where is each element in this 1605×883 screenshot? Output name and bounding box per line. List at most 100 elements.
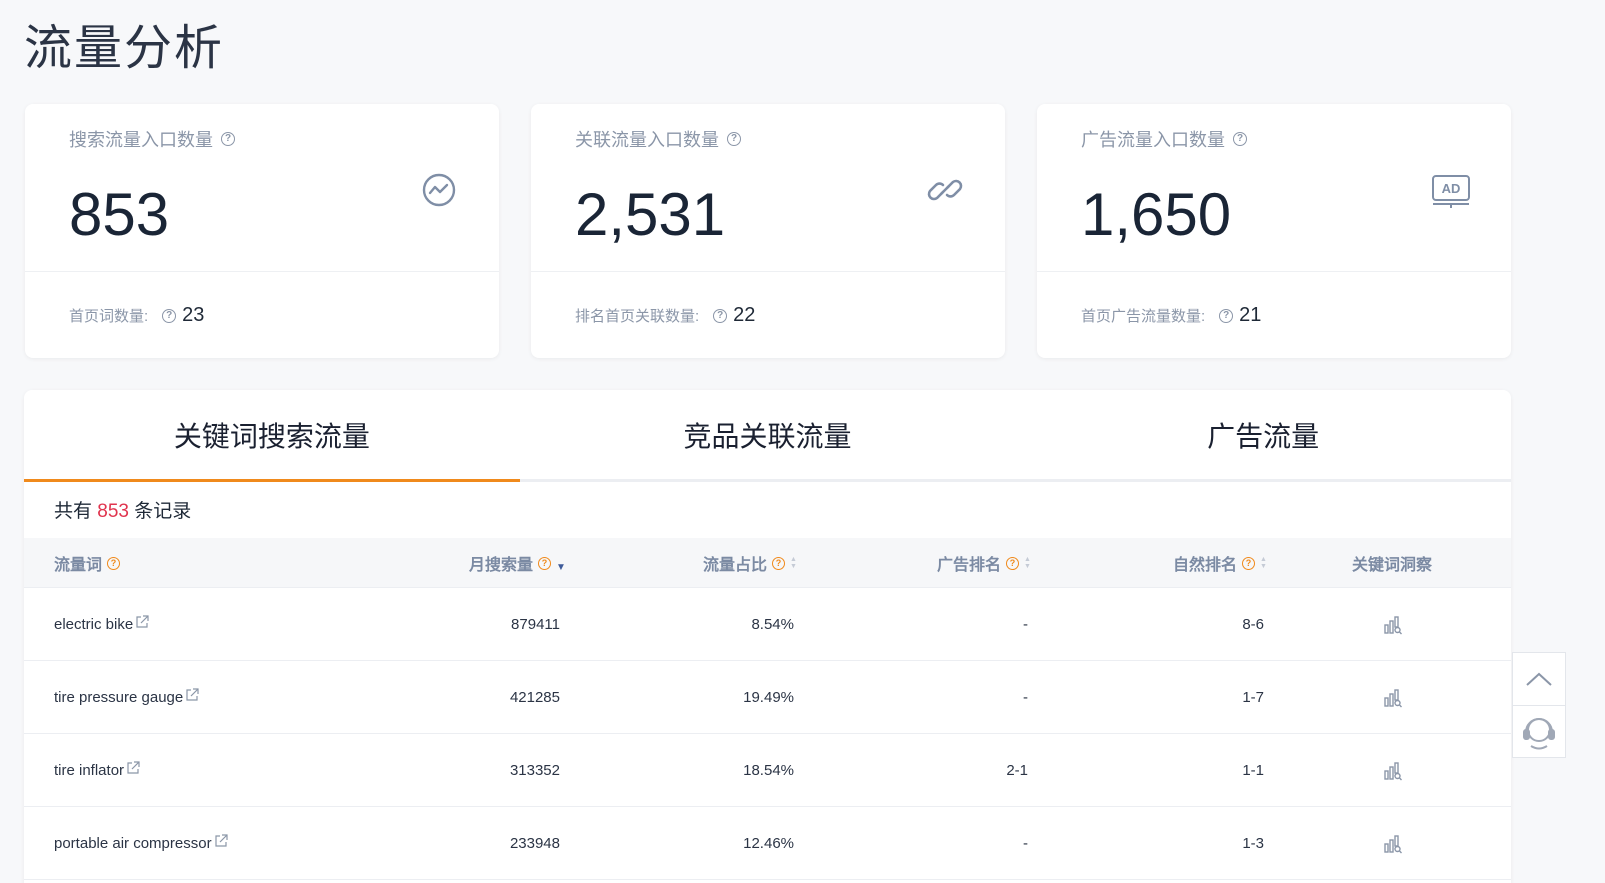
link-icon bbox=[927, 179, 963, 201]
keyword-cell: portable air compressor bbox=[54, 807, 228, 880]
help-icon[interactable]: ? bbox=[772, 556, 786, 570]
customer-service-icon bbox=[1523, 718, 1555, 750]
help-icon[interactable]: ? bbox=[221, 132, 235, 146]
col-keyword-insight: 关键词洞察 bbox=[1352, 538, 1432, 588]
help-icon[interactable]: ? bbox=[1233, 132, 1247, 146]
help-icon[interactable]: ? bbox=[1219, 308, 1234, 323]
card-sub-label: 排名首页关联数量: bbox=[575, 308, 700, 325]
help-icon[interactable]: ? bbox=[727, 132, 741, 146]
help-icon[interactable]: ? bbox=[107, 556, 121, 570]
ad-icon: AD bbox=[1432, 175, 1470, 208]
record-count: 共有 853 条记录 bbox=[54, 496, 191, 523]
table-row: portable air compressor 233948 12.46% - … bbox=[24, 807, 1511, 880]
help-icon[interactable]: ? bbox=[1242, 556, 1256, 570]
external-link-icon[interactable] bbox=[135, 614, 149, 629]
customer-service-button[interactable] bbox=[1513, 706, 1565, 758]
monthly-search-cell: 421285 bbox=[509, 689, 560, 706]
tab-competitor-related[interactable]: 竞品关联流量 bbox=[520, 390, 1016, 479]
side-float-toolbar bbox=[1512, 652, 1566, 758]
table-row: electric bike 879411 8.54% - 8-6 bbox=[24, 588, 1511, 661]
keyword-cell: electric bike bbox=[54, 588, 149, 661]
ad-rank-cell: 2-1 bbox=[1006, 762, 1028, 779]
record-prefix: 共有 bbox=[54, 501, 93, 522]
chart-search-icon[interactable] bbox=[1383, 761, 1403, 781]
help-icon[interactable]: ? bbox=[1006, 556, 1020, 570]
chevron-up-icon bbox=[1526, 672, 1552, 686]
table-row: tire pressure gauge 421285 19.49% - 1-7 bbox=[24, 661, 1511, 734]
keyword-text[interactable]: tire pressure gauge bbox=[54, 689, 183, 706]
col-traffic-share[interactable]: 流量占比 ? ▲ ▼ bbox=[703, 538, 797, 588]
insight-cell bbox=[1378, 588, 1408, 661]
help-icon[interactable]: ? bbox=[713, 308, 728, 323]
back-to-top-button[interactable] bbox=[1513, 653, 1565, 706]
card-value: 2,531 bbox=[575, 181, 726, 248]
col-keyword-label: 流量词 bbox=[54, 557, 103, 574]
insight-cell bbox=[1378, 661, 1408, 734]
keyword-cell: tire pressure gauge bbox=[54, 661, 199, 734]
monthly-search-cell: 879411 bbox=[511, 616, 560, 633]
card-sub-value: 23 bbox=[182, 304, 205, 326]
sort-icon[interactable]: ▲ ▼ bbox=[790, 556, 797, 570]
keyword-text[interactable]: tire inflator bbox=[54, 762, 124, 779]
tab-keyword-search[interactable]: 关键词搜索流量 bbox=[24, 390, 520, 482]
external-link-icon[interactable] bbox=[126, 760, 140, 775]
page: 流量分析 搜索流量入口数量 ? 853 首页词数量: ? 23 关联流量入口数量… bbox=[0, 0, 1605, 883]
card-label: 广告流量入口数量 ? bbox=[1081, 126, 1247, 152]
stat-card-ad: 广告流量入口数量 ? 1,650 AD 首页广告流量数量: ? 21 bbox=[1037, 104, 1511, 358]
card-label: 搜索流量入口数量 ? bbox=[69, 126, 235, 152]
card-sub-label: 首页词数量: bbox=[69, 308, 149, 325]
col-keyword-insight-label: 关键词洞察 bbox=[1352, 557, 1433, 574]
table-row: tire inflator 313352 18.54% 2-1 1-1 bbox=[24, 734, 1511, 807]
natural-rank-cell: 8-6 bbox=[1242, 616, 1264, 633]
card-sub: 首页广告流量数量: ? 21 bbox=[1081, 304, 1261, 327]
ad-rank-cell: - bbox=[1023, 835, 1028, 852]
sort-desc-icon[interactable]: ▼ bbox=[556, 562, 566, 572]
insight-cell bbox=[1378, 807, 1408, 880]
page-title: 流量分析 bbox=[24, 20, 225, 76]
traffic-share-cell: 18.54% bbox=[743, 762, 794, 779]
ad-rank-cell: - bbox=[1023, 689, 1028, 706]
traffic-share-cell: 12.46% bbox=[743, 835, 794, 852]
sort-icon[interactable]: ▲ ▼ bbox=[1024, 556, 1031, 570]
external-link-icon[interactable] bbox=[214, 833, 228, 848]
help-icon[interactable]: ? bbox=[162, 308, 177, 323]
traffic-share-cell: 19.49% bbox=[743, 689, 794, 706]
natural-rank-cell: 1-1 bbox=[1242, 762, 1264, 779]
col-ad-rank-label: 广告排名 bbox=[937, 557, 1002, 574]
ad-icon-text: AD bbox=[1442, 181, 1461, 196]
record-suffix: 条记录 bbox=[134, 501, 192, 522]
col-keyword: 流量词 ? bbox=[54, 538, 121, 588]
chart-search-icon[interactable] bbox=[1383, 615, 1403, 635]
col-traffic-share-label: 流量占比 bbox=[703, 557, 768, 574]
card-value: 853 bbox=[69, 181, 170, 248]
table-header: 流量词 ? 月搜索量 ? ▼ 流量占比 ? ▲ ▼ 广告排名 ? ▲ ▼ 自然排名 … bbox=[24, 538, 1511, 588]
card-label-text: 关联流量入口数量 bbox=[575, 130, 719, 150]
chart-search-icon[interactable] bbox=[1383, 688, 1403, 708]
card-sub-label: 首页广告流量数量: bbox=[1081, 308, 1206, 325]
col-monthly-search-label: 月搜索量 bbox=[469, 557, 534, 574]
card-label-text: 广告流量入口数量 bbox=[1081, 130, 1225, 150]
traffic-share-cell: 8.54% bbox=[751, 616, 794, 633]
keyword-text[interactable]: electric bike bbox=[54, 616, 133, 633]
traffic-panel: 关键词搜索流量 竞品关联流量 广告流量 共有 853 条记录 流量词 ? 月搜索… bbox=[24, 390, 1511, 883]
chart-search-icon[interactable] bbox=[1383, 834, 1403, 854]
sort-icon[interactable]: ▲ ▼ bbox=[1260, 556, 1267, 570]
card-value: 1,650 bbox=[1081, 181, 1232, 248]
col-natural-rank-label: 自然排名 bbox=[1173, 557, 1238, 574]
trend-circle-icon bbox=[422, 173, 456, 207]
col-ad-rank[interactable]: 广告排名 ? ▲ ▼ bbox=[937, 538, 1031, 588]
card-sub-value: 22 bbox=[733, 304, 756, 326]
external-link-icon[interactable] bbox=[185, 687, 199, 702]
tab-ad-traffic[interactable]: 广告流量 bbox=[1015, 390, 1511, 479]
insight-cell bbox=[1378, 734, 1408, 807]
help-icon[interactable]: ? bbox=[538, 556, 552, 570]
card-label: 关联流量入口数量 ? bbox=[575, 126, 741, 152]
col-monthly-search[interactable]: 月搜索量 ? ▼ bbox=[469, 538, 566, 588]
monthly-search-cell: 313352 bbox=[509, 762, 560, 779]
keyword-cell: tire inflator bbox=[54, 734, 140, 807]
keyword-text[interactable]: portable air compressor bbox=[54, 835, 212, 852]
ad-rank-cell: - bbox=[1023, 616, 1028, 633]
monthly-search-cell: 233948 bbox=[509, 835, 560, 852]
card-label-text: 搜索流量入口数量 bbox=[69, 130, 213, 150]
col-natural-rank[interactable]: 自然排名 ? ▲ ▼ bbox=[1173, 538, 1267, 588]
